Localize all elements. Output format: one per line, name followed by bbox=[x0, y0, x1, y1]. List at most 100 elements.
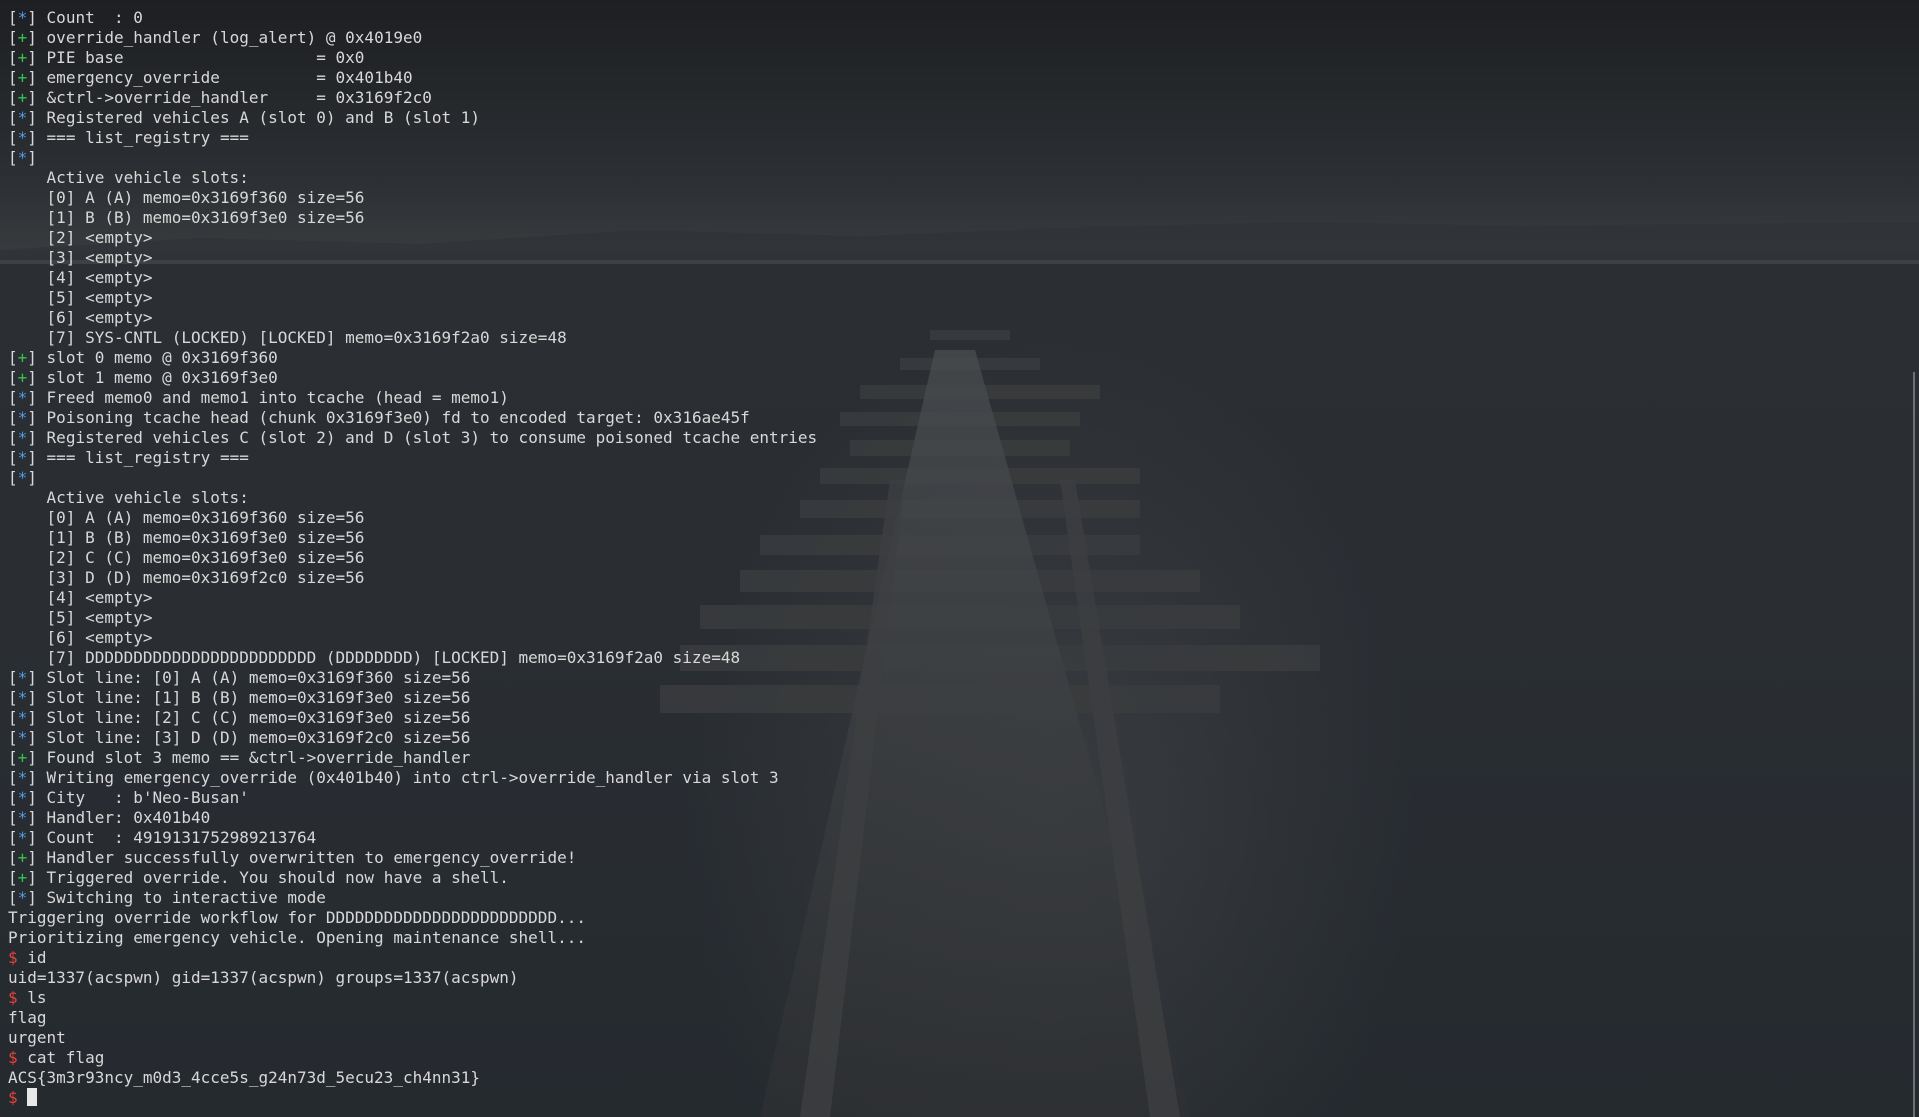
status-prefix-plus: [+] bbox=[8, 28, 47, 47]
line-text: [1] B (B) memo=0x3169f3e0 size=56 bbox=[8, 208, 365, 227]
line-text: Writing emergency_override (0x401b40) in… bbox=[46, 768, 779, 787]
terminal-line: Active vehicle slots: bbox=[8, 168, 1888, 188]
status-prefix-star: [*] bbox=[8, 448, 47, 467]
status-prefix-star: [*] bbox=[8, 688, 47, 707]
line-text: [6] <empty> bbox=[8, 628, 153, 647]
status-prefix-star: [*] bbox=[8, 668, 47, 687]
terminal-line: [3] <empty> bbox=[8, 248, 1888, 268]
terminal-line: [+] Found slot 3 memo == &ctrl->override… bbox=[8, 748, 1888, 768]
terminal-line: [+] &ctrl->override_handler = 0x3169f2c0 bbox=[8, 88, 1888, 108]
line-text: emergency_override = 0x401b40 bbox=[46, 68, 413, 87]
line-text: PIE base = 0x0 bbox=[46, 48, 365, 67]
line-text: [4] <empty> bbox=[8, 268, 153, 287]
terminal-line: [*] Registered vehicles C (slot 2) and D… bbox=[8, 428, 1888, 448]
line-text: ACS{3m3r93ncy_m0d3_4cce5s_g24n73d_5ecu23… bbox=[8, 1068, 481, 1087]
line-text: Active vehicle slots: bbox=[8, 168, 249, 187]
status-prefix-star: [*] bbox=[8, 8, 47, 27]
line-text: Handler successfully overwritten to emer… bbox=[46, 848, 577, 867]
line-text: Slot line: [3] D (D) memo=0x3169f2c0 siz… bbox=[46, 728, 471, 747]
line-text: [7] DDDDDDDDDDDDDDDDDDDDDDDD (DDDDDDDD) … bbox=[8, 648, 741, 667]
terminal-line: [*] Slot line: [1] B (B) memo=0x3169f3e0… bbox=[8, 688, 1888, 708]
terminal-line: [*] Poisoning tcache head (chunk 0x3169f… bbox=[8, 408, 1888, 428]
shell-prompt-dollar: $ bbox=[8, 1048, 28, 1067]
line-text: [0] A (A) memo=0x3169f360 size=56 bbox=[8, 508, 365, 527]
terminal-line: [5] <empty> bbox=[8, 288, 1888, 308]
line-text: Poisoning tcache head (chunk 0x3169f3e0)… bbox=[46, 408, 750, 427]
line-text: &ctrl->override_handler = 0x3169f2c0 bbox=[46, 88, 432, 107]
terminal-output: [*] Count : 0 [+] override_handler (log_a… bbox=[8, 8, 1888, 1108]
line-text: [7] SYS-CNTL (LOCKED) [LOCKED] memo=0x31… bbox=[8, 328, 567, 347]
terminal-line: urgent bbox=[8, 1028, 1888, 1048]
terminal-line: [*] Count : 0 bbox=[8, 8, 1888, 28]
terminal-line: [3] D (D) memo=0x3169f2c0 size=56 bbox=[8, 568, 1888, 588]
terminal-line: uid=1337(acspwn) gid=1337(acspwn) groups… bbox=[8, 968, 1888, 988]
terminal-line: [+] Handler successfully overwritten to … bbox=[8, 848, 1888, 868]
line-text: [1] B (B) memo=0x3169f3e0 size=56 bbox=[8, 528, 365, 547]
terminal-line: $ bbox=[8, 1088, 1888, 1108]
line-text: flag bbox=[8, 1008, 47, 1027]
terminal-line: flag bbox=[8, 1008, 1888, 1028]
terminal-line: [*] Switching to interactive mode bbox=[8, 888, 1888, 908]
terminal-line: [+] slot 0 memo @ 0x3169f360 bbox=[8, 348, 1888, 368]
line-text: Active vehicle slots: bbox=[8, 488, 249, 507]
terminal-line: [7] SYS-CNTL (LOCKED) [LOCKED] memo=0x31… bbox=[8, 328, 1888, 348]
line-text: Prioritizing emergency vehicle. Opening … bbox=[8, 928, 586, 947]
status-prefix-star: [*] bbox=[8, 128, 47, 147]
terminal-line: $ cat flag bbox=[8, 1048, 1888, 1068]
shell-prompt-dollar: $ bbox=[8, 948, 28, 967]
line-text: [0] A (A) memo=0x3169f360 size=56 bbox=[8, 188, 365, 207]
terminal-line: [*] Slot line: [3] D (D) memo=0x3169f2c0… bbox=[8, 728, 1888, 748]
terminal-line: [7] DDDDDDDDDDDDDDDDDDDDDDDD (DDDDDDDD) … bbox=[8, 648, 1888, 668]
line-text: === list_registry === bbox=[46, 448, 249, 467]
line-text: Freed memo0 and memo1 into tcache (head … bbox=[46, 388, 509, 407]
terminal-line: [*] Freed memo0 and memo1 into tcache (h… bbox=[8, 388, 1888, 408]
terminal-line: [*] Slot line: [2] C (C) memo=0x3169f3e0… bbox=[8, 708, 1888, 728]
terminal-line: [*] City : b'Neo-Busan' bbox=[8, 788, 1888, 808]
line-text: Slot line: [1] B (B) memo=0x3169f3e0 siz… bbox=[46, 688, 471, 707]
line-text: Count : 0 bbox=[46, 8, 143, 27]
status-prefix-star: [*] bbox=[8, 408, 47, 427]
terminal-line: [*] === list_registry === bbox=[8, 128, 1888, 148]
terminal-line: [*] Count : 4919131752989213764 bbox=[8, 828, 1888, 848]
terminal-window[interactable]: [*] Count : 0 [+] override_handler (log_a… bbox=[0, 0, 1919, 1117]
terminal-line: [*] Handler: 0x401b40 bbox=[8, 808, 1888, 828]
status-prefix-star: [*] bbox=[8, 388, 47, 407]
terminal-line: Prioritizing emergency vehicle. Opening … bbox=[8, 928, 1888, 948]
line-text: === list_registry === bbox=[46, 128, 249, 147]
shell-command: ls bbox=[27, 988, 47, 1007]
terminal-line: [*] Registered vehicles A (slot 0) and B… bbox=[8, 108, 1888, 128]
line-text: Slot line: [0] A (A) memo=0x3169f360 siz… bbox=[46, 668, 471, 687]
line-text: [5] <empty> bbox=[8, 608, 153, 627]
terminal-cursor[interactable] bbox=[27, 1088, 38, 1106]
status-prefix-star: [*] bbox=[8, 428, 47, 447]
status-prefix-star: [*] bbox=[8, 768, 47, 787]
line-text: slot 1 memo @ 0x3169f3e0 bbox=[46, 368, 278, 387]
terminal-line: [+] PIE base = 0x0 bbox=[8, 48, 1888, 68]
line-text: [3] D (D) memo=0x3169f2c0 size=56 bbox=[8, 568, 365, 587]
terminal-line: [+] slot 1 memo @ 0x3169f3e0 bbox=[8, 368, 1888, 388]
line-text: Registered vehicles C (slot 2) and D (sl… bbox=[46, 428, 818, 447]
line-text: [2] C (C) memo=0x3169f3e0 size=56 bbox=[8, 548, 365, 567]
line-text: slot 0 memo @ 0x3169f360 bbox=[46, 348, 278, 367]
scrollbar[interactable] bbox=[1913, 372, 1915, 1117]
terminal-line: ACS{3m3r93ncy_m0d3_4cce5s_g24n73d_5ecu23… bbox=[8, 1068, 1888, 1088]
status-prefix-star: [*] bbox=[8, 808, 47, 827]
terminal-line: [1] B (B) memo=0x3169f3e0 size=56 bbox=[8, 208, 1888, 228]
status-prefix-plus: [+] bbox=[8, 868, 47, 887]
terminal-line: [2] <empty> bbox=[8, 228, 1888, 248]
status-prefix-star: [*] bbox=[8, 728, 47, 747]
terminal-line: [+] override_handler (log_alert) @ 0x401… bbox=[8, 28, 1888, 48]
terminal-line: Active vehicle slots: bbox=[8, 488, 1888, 508]
shell-prompt-dollar: $ bbox=[8, 1088, 28, 1107]
line-text: Count : 4919131752989213764 bbox=[46, 828, 317, 847]
status-prefix-plus: [+] bbox=[8, 348, 47, 367]
line-text: [2] <empty> bbox=[8, 228, 153, 247]
status-prefix-star: [*] bbox=[8, 788, 47, 807]
terminal-line: [4] <empty> bbox=[8, 588, 1888, 608]
terminal-line: [2] C (C) memo=0x3169f3e0 size=56 bbox=[8, 548, 1888, 568]
shell-command: id bbox=[27, 948, 47, 967]
status-prefix-plus: [+] bbox=[8, 748, 47, 767]
line-text: Triggered override. You should now have … bbox=[46, 868, 509, 887]
line-text: City : b'Neo-Busan' bbox=[46, 788, 249, 807]
terminal-line: [*] Writing emergency_override (0x401b40… bbox=[8, 768, 1888, 788]
